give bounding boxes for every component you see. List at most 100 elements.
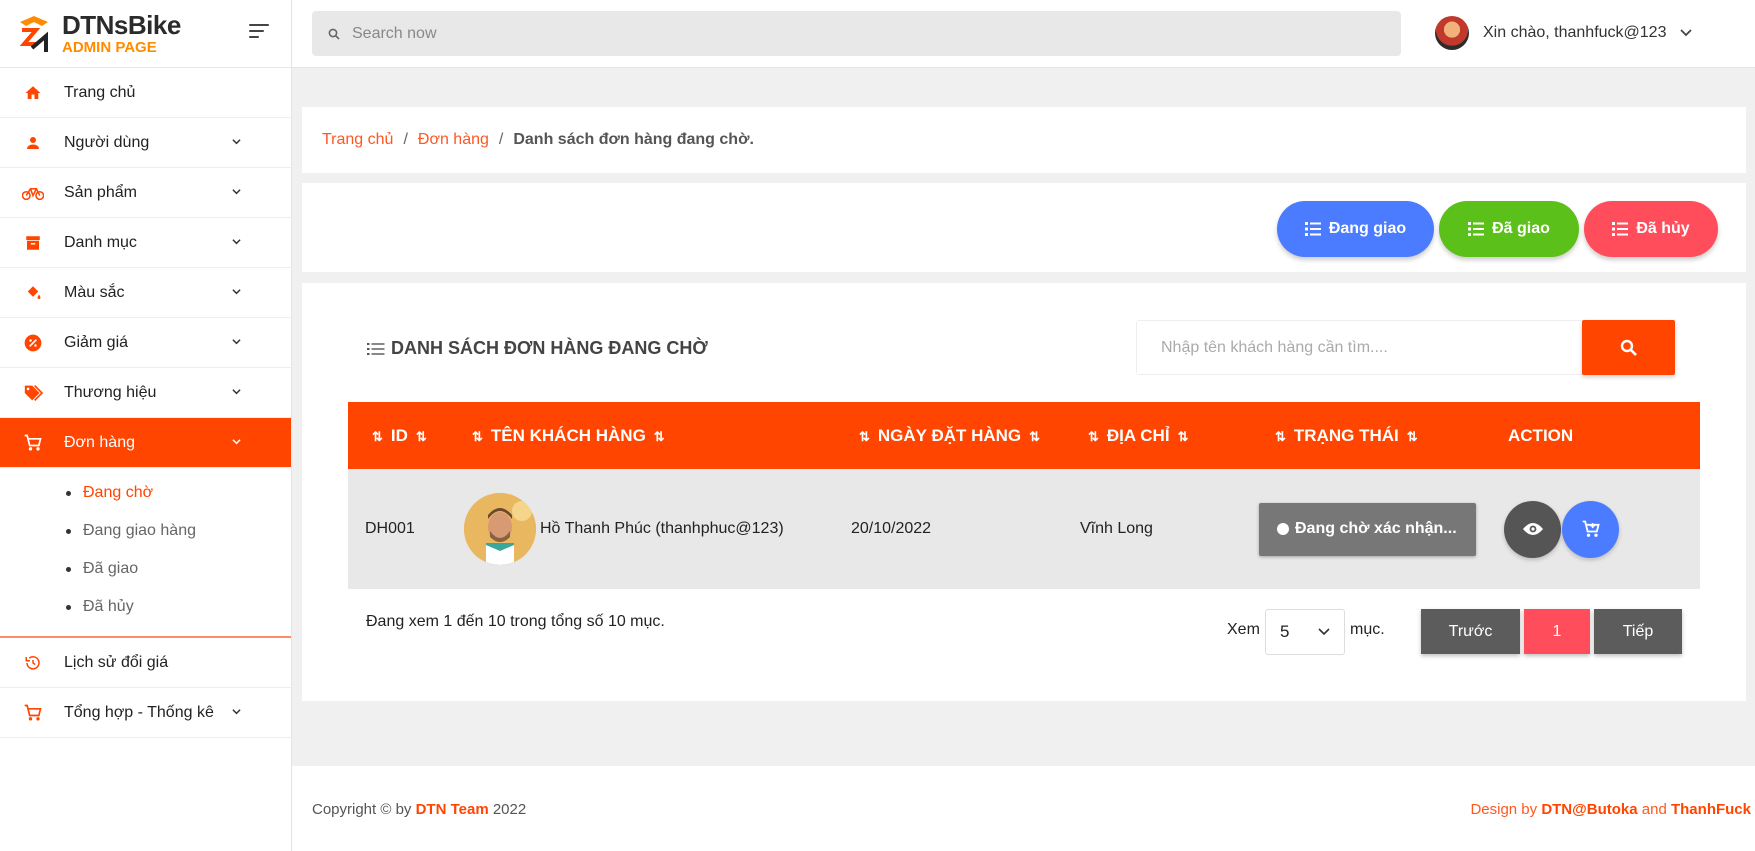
status-filter-bar: Đang giao Đã giao Đã hủy — [302, 183, 1746, 272]
column-header-id[interactable]: ⇅ ID ⇅ — [348, 402, 464, 469]
sort-icon[interactable]: ⇅ — [416, 429, 427, 444]
sidebar-item-label: Lịch sử đổi giá — [64, 653, 169, 671]
page-size-select[interactable]: 5 — [1265, 609, 1345, 655]
designer-link[interactable]: ThanhFuck — [1671, 801, 1751, 818]
status-badge[interactable]: Đang chờ xác nhận... — [1259, 502, 1476, 556]
cart-icon — [22, 432, 44, 454]
sidebar-item-colors[interactable]: Màu sắc — [0, 268, 291, 318]
submenu-item-shipping[interactable]: Đang giao hàng — [0, 512, 291, 550]
design-and: and — [1637, 801, 1671, 818]
cell-address: Vĩnh Long — [1080, 520, 1153, 537]
pagination-info: Đang xem 1 đến 10 trong tổng số 10 mục. — [366, 613, 665, 630]
button-label: Đã hủy — [1636, 220, 1690, 237]
sidebar: DTNsBike ADMIN PAGE Trang chủ Người dùng… — [0, 0, 292, 851]
sort-icon[interactable]: ⇅ — [1088, 429, 1099, 444]
chevron-down-icon — [232, 189, 241, 195]
copyright-year: 2022 — [488, 801, 527, 818]
submenu-item-pending[interactable]: Đang chờ — [0, 474, 291, 512]
sidebar-item-discounts[interactable]: Giảm giá — [0, 318, 291, 368]
submenu-item-cancelled[interactable]: Đã hủy — [0, 588, 291, 626]
column-header-address[interactable]: ⇅ ĐỊA CHỈ ⇅ — [1080, 402, 1245, 469]
breadcrumb-home[interactable]: Trang chủ — [322, 131, 393, 149]
customer-search[interactable] — [1136, 320, 1584, 375]
status-text: Đang chờ xác nhận... — [1295, 520, 1457, 537]
menu-toggle-icon[interactable] — [249, 24, 271, 40]
orders-panel: DANH SÁCH ĐƠN HÀNG ĐANG CHỜ ⇅ ID ⇅ ⇅ TÊN KH… — [302, 283, 1746, 701]
view-order-button[interactable] — [1504, 500, 1561, 558]
sidebar-item-brands[interactable]: Thương hiệu — [0, 368, 291, 418]
column-header-status[interactable]: ⇅ TRẠNG THÁI ⇅ — [1245, 402, 1488, 469]
bullet — [66, 490, 71, 496]
sidebar-item-users[interactable]: Người dùng — [0, 118, 291, 168]
cell-status: Đang chờ xác nhận... — [1245, 469, 1488, 589]
column-header-order-date[interactable]: ⇅ NGÀY ĐẶT HÀNG ⇅ — [835, 402, 1080, 469]
sort-icon[interactable]: ⇅ — [472, 429, 483, 444]
eye-icon — [1522, 523, 1543, 535]
sidebar-item-label: Đơn hàng — [64, 433, 135, 451]
sidebar-item-label: Màu sắc — [64, 283, 125, 301]
breadcrumb-separator: / — [498, 131, 504, 148]
submenu-label: Đang chờ — [83, 484, 154, 501]
cancelled-orders-button[interactable]: Đã hủy — [1584, 201, 1718, 257]
shipping-orders-button[interactable]: Đang giao — [1277, 201, 1434, 257]
chevron-down-icon — [232, 389, 241, 395]
sidebar-item-categories[interactable]: Danh mục — [0, 218, 291, 268]
delivered-orders-button[interactable]: Đã giao — [1439, 201, 1579, 257]
breadcrumb-orders[interactable]: Đơn hàng — [418, 131, 489, 149]
sidebar-item-price-history[interactable]: Lịch sử đổi giá — [0, 638, 291, 688]
bullet — [66, 604, 71, 610]
brand-sub: ADMIN PAGE — [62, 39, 157, 56]
submenu-item-delivered[interactable]: Đã giao — [0, 550, 291, 588]
brand-name: DTNsBike — [62, 10, 181, 40]
brand[interactable]: DTNsBike ADMIN PAGE — [0, 0, 291, 68]
copyright: Copyright © by DTN Team 2022 — [312, 801, 526, 818]
customer-search-input[interactable] — [1137, 321, 1583, 374]
sidebar-item-products[interactable]: Sản phẩm — [0, 168, 291, 218]
list-icon — [367, 342, 385, 355]
submenu-label: Đã hủy — [83, 598, 134, 615]
topbar: Xin chào, thanhfuck@123 — [292, 0, 1755, 68]
column-label: TRẠNG THÁI — [1293, 425, 1399, 445]
sidebar-item-statistics[interactable]: Tổng hợp - Thống kê — [0, 688, 291, 738]
table-row: DH001 Hồ Thanh Phúc (thanhphuc@123) 20/1… — [348, 469, 1700, 589]
search-icon — [328, 28, 340, 40]
panel-title: DANH SÁCH ĐƠN HÀNG ĐANG CHỜ — [367, 338, 708, 359]
orders-submenu: Đang chờ Đang giao hàng Đã giao Đã hủy — [0, 468, 291, 638]
sort-icon[interactable]: ⇅ — [654, 429, 665, 444]
user-menu[interactable]: Xin chào, thanhfuck@123 — [1435, 16, 1693, 50]
global-search[interactable] — [312, 11, 1401, 56]
prev-page-button[interactable]: Trước — [1421, 609, 1520, 654]
sort-icon[interactable]: ⇅ — [1275, 429, 1286, 444]
brand-logo-icon — [19, 15, 48, 52]
breadcrumb-current: Danh sách đơn hàng đang chờ. — [513, 131, 754, 148]
column-label: ID — [390, 425, 408, 445]
column-header-customer[interactable]: ⇅ TÊN KHÁCH HÀNG ⇅ — [464, 402, 835, 469]
sort-icon[interactable]: ⇅ — [1407, 429, 1418, 444]
sort-icon[interactable]: ⇅ — [372, 429, 383, 444]
confirm-order-button[interactable] — [1562, 500, 1619, 558]
list-icon — [1304, 222, 1321, 236]
column-label: TÊN KHÁCH HÀNG — [490, 425, 646, 445]
next-page-button[interactable]: Tiếp — [1594, 609, 1682, 654]
chevron-down-icon — [1680, 29, 1693, 37]
sidebar-item-home[interactable]: Trang chủ — [0, 68, 291, 118]
sort-icon[interactable]: ⇅ — [1178, 429, 1189, 444]
bullet — [66, 566, 71, 572]
button-label: Đang giao — [1328, 220, 1407, 237]
breadcrumb-separator: / — [403, 131, 408, 148]
designer-link[interactable]: DTN@Butoka — [1541, 801, 1637, 818]
page-number-button[interactable]: 1 — [1524, 609, 1590, 654]
chevron-down-icon — [1318, 628, 1330, 636]
page-size-label: Xem — [1227, 621, 1260, 638]
team-link[interactable]: DTN Team — [416, 801, 489, 818]
global-search-input[interactable] — [352, 24, 1252, 43]
user-icon — [22, 132, 44, 154]
sidebar-item-label: Giảm giá — [64, 333, 129, 351]
customer-search-button[interactable] — [1582, 320, 1675, 375]
footer: Copyright © by DTN Team 2022 Design by D… — [292, 766, 1755, 851]
sort-icon[interactable]: ⇅ — [1029, 429, 1040, 444]
sidebar-item-orders[interactable]: Đơn hàng — [0, 418, 291, 468]
sort-icon[interactable]: ⇅ — [859, 429, 870, 444]
list-icon — [1468, 222, 1485, 236]
chevron-down-icon — [232, 239, 241, 245]
